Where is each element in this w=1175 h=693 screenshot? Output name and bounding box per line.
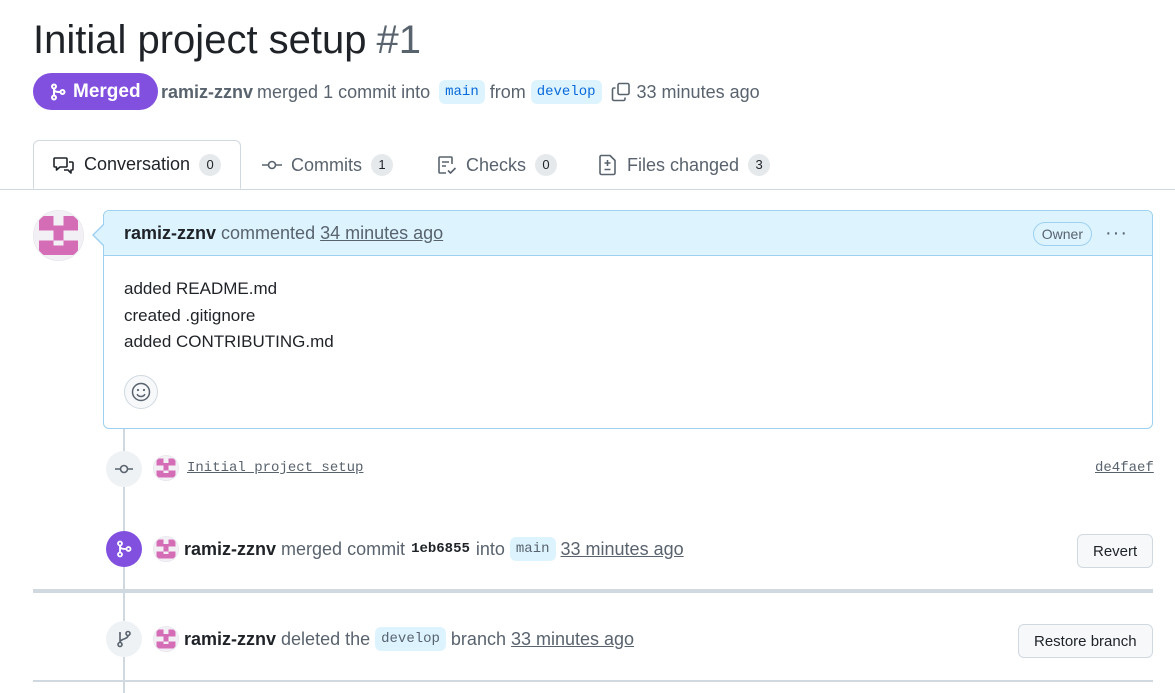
tab-label: Commits — [291, 154, 362, 175]
delete-time[interactable]: 33 minutes ago — [511, 629, 634, 650]
tab-label: Checks — [466, 154, 527, 175]
deleted-text: deleted the — [281, 628, 371, 649]
merged-time: 33 minutes ago — [636, 81, 760, 102]
into-text: into — [475, 538, 505, 559]
file-diff-icon — [598, 154, 618, 176]
pr-author-link[interactable]: ramiz-zznv — [161, 82, 253, 103]
git-merge-icon — [50, 83, 66, 101]
checklist-icon — [437, 155, 457, 175]
comment-discussion-icon — [53, 156, 75, 174]
branch-text: branch — [450, 628, 506, 649]
avatar[interactable] — [33, 210, 84, 261]
merge-author[interactable]: ramiz-zznv — [184, 539, 276, 560]
commit-badge — [106, 451, 142, 487]
delete-author[interactable]: ramiz-zznv — [184, 629, 276, 650]
git-branch-icon — [116, 630, 132, 648]
tab-label: Files changed — [627, 154, 740, 175]
pr-title: Initial project setup #1 — [33, 14, 421, 66]
merge-time[interactable]: 33 minutes ago — [561, 539, 684, 560]
comment-body-line: created .gitignore — [124, 306, 256, 325]
pr-number: #1 — [376, 18, 422, 62]
tab-count: 3 — [748, 154, 771, 176]
revert-button[interactable]: Revert — [1077, 534, 1154, 568]
git-commit-icon — [114, 462, 134, 476]
tab-commits[interactable]: Commits 1 — [262, 140, 393, 190]
avatar[interactable] — [153, 626, 179, 652]
smiley-icon — [131, 382, 151, 402]
comment-header: ramiz-zznv commented 34 minutes ago Owne… — [104, 211, 1152, 256]
tabs-divider — [0, 189, 1175, 190]
comment-arrow-fill — [94, 225, 104, 245]
from-text: from — [489, 81, 526, 102]
git-commit-icon — [262, 158, 282, 172]
tab-count: 0 — [535, 154, 558, 176]
base-branch[interactable]: main — [439, 80, 485, 104]
deleted-branch[interactable]: develop — [375, 627, 446, 651]
delete-event-text: ramiz-zznv deleted the develop branch 33… — [184, 626, 634, 652]
state-label: Merged — [73, 80, 141, 102]
copy-icon[interactable] — [611, 82, 631, 102]
git-merge-icon — [116, 540, 132, 558]
tab-files-changed[interactable]: Files changed 3 — [598, 140, 771, 190]
merged-state-badge: Merged — [33, 73, 158, 110]
pr-meta: ramiz-zznv merged 1 commit into main fro… — [161, 78, 760, 106]
commit-message-link[interactable]: Initial project setup — [187, 460, 363, 476]
merge-badge — [106, 531, 142, 567]
timeline-divider — [33, 589, 1153, 593]
pr-title-text: Initial project setup — [33, 18, 367, 62]
owner-badge: Owner — [1032, 222, 1092, 246]
comment-body-line: added CONTRIBUTING.md — [124, 332, 334, 351]
restore-branch-button[interactable]: Restore branch — [1018, 624, 1153, 658]
timeline-divider — [33, 680, 1153, 682]
branch-deleted-badge — [106, 621, 142, 657]
comment-body-line: added README.md — [124, 279, 278, 298]
merge-text: merged 1 commit into — [257, 81, 431, 102]
comment-time[interactable]: 34 minutes ago — [320, 223, 443, 244]
merge-text: merged commit — [281, 538, 406, 559]
tab-label: Conversation — [84, 154, 191, 174]
merge-commit-sha[interactable]: 1eb6855 — [411, 541, 470, 557]
avatar[interactable] — [153, 536, 179, 562]
head-branch[interactable]: develop — [530, 80, 602, 104]
tab-count: 0 — [199, 153, 222, 176]
kebab-menu-icon[interactable]: ··· — [1105, 223, 1128, 243]
tab-checks[interactable]: Checks 0 — [437, 140, 558, 190]
avatar[interactable] — [153, 455, 179, 481]
merge-branch[interactable]: main — [509, 537, 556, 561]
commit-sha-link[interactable]: de4faef — [1095, 460, 1154, 476]
comment-box: ramiz-zznv commented 34 minutes ago Owne… — [103, 210, 1153, 429]
add-reaction-button[interactable] — [124, 375, 158, 409]
comment-author[interactable]: ramiz-zznv — [124, 223, 216, 244]
tab-count: 1 — [371, 154, 393, 176]
tab-conversation[interactable]: Conversation 0 — [33, 140, 242, 189]
comment-action: commented — [221, 222, 316, 243]
merge-event-text: ramiz-zznv merged commit 1eb6855 into ma… — [184, 536, 684, 562]
